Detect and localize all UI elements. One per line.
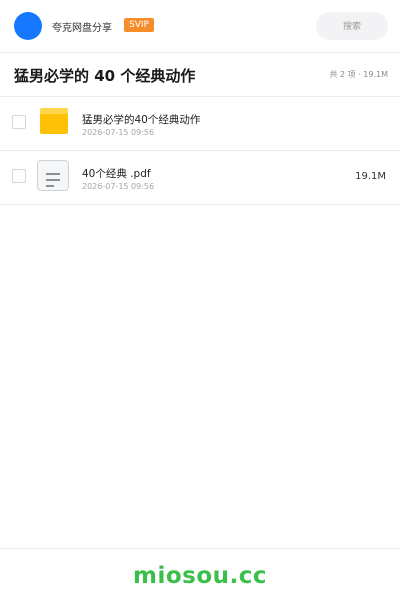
user-name[interactable]: 夸克网盘分享 xyxy=(52,19,112,34)
file-name: 猛男必学的40个经典动作 xyxy=(82,114,201,126)
item-count-summary: 共 2 项 · 19.1M xyxy=(329,70,388,79)
top-bar: 夸克网盘分享 SVIP 搜索 xyxy=(0,0,400,53)
file-name: 40个经典 .pdf xyxy=(82,168,151,180)
svip-badge: SVIP xyxy=(124,18,154,32)
document-icon xyxy=(37,160,69,191)
row-checkbox[interactable] xyxy=(12,169,26,183)
page-title: 猛男必学的 40 个经典动作 xyxy=(14,67,196,85)
watermark-text: miosou.cc xyxy=(132,563,268,589)
file-date: 2026-07-15 09:56 xyxy=(82,182,155,191)
file-size: 19.1M xyxy=(355,171,386,182)
row-checkbox[interactable] xyxy=(12,115,26,129)
folder-icon xyxy=(40,108,68,134)
file-row-pdf[interactable]: 40个经典 .pdf 2026-07-15 09:56 19.1M xyxy=(0,151,400,205)
file-row-folder[interactable]: 猛男必学的40个经典动作 2026-07-15 09:56 xyxy=(0,97,400,151)
footer: miosou.cc xyxy=(0,548,400,601)
search-button[interactable]: 搜索 xyxy=(316,12,388,40)
folder-header: 猛男必学的 40 个经典动作 共 2 项 · 19.1M xyxy=(0,52,400,97)
avatar[interactable] xyxy=(14,12,42,40)
file-date: 2026-07-15 09:56 xyxy=(82,128,155,137)
